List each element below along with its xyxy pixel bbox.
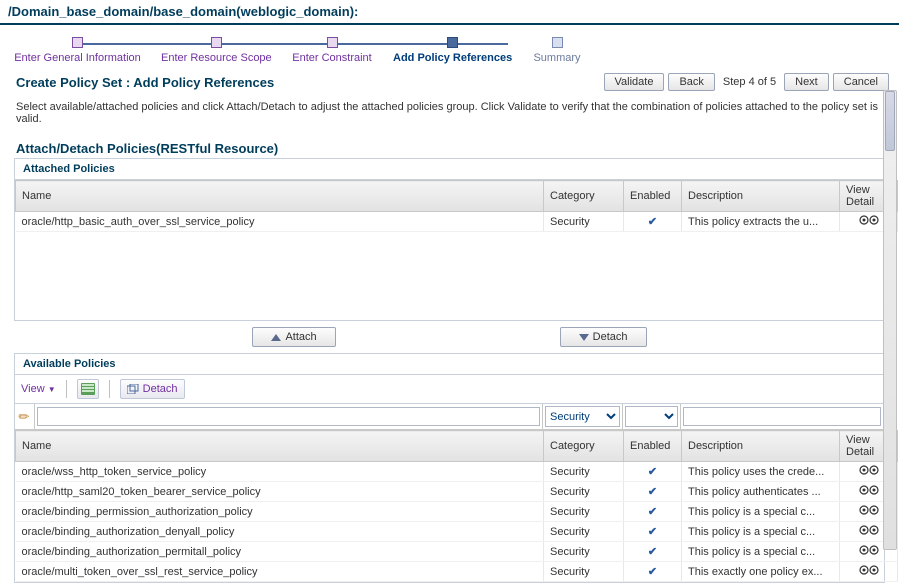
col-header-description[interactable]: Description (682, 181, 840, 212)
cell-enabled: ✔ (624, 462, 682, 482)
detach-button[interactable]: Detach (560, 327, 647, 347)
col-header-category[interactable]: Category (544, 431, 624, 462)
wizard-step-marker (327, 37, 338, 48)
wizard-step-marker (72, 37, 83, 48)
wizard-step[interactable]: Summary (517, 33, 597, 64)
wizard-step-marker (552, 37, 563, 48)
attach-button[interactable]: Attach (252, 327, 335, 347)
col-header-description[interactable]: Description (682, 431, 840, 462)
col-header-category[interactable]: Category (544, 181, 624, 212)
wizard-step-label: Enter Resource Scope (155, 52, 277, 64)
available-policies-header: Available Policies (15, 354, 884, 375)
table-row[interactable]: oracle/wss_http_token_service_policySecu… (16, 462, 898, 482)
category-filter-select[interactable]: Security (545, 406, 620, 427)
cell-description: This policy extracts the u... (682, 212, 840, 232)
available-toolbar: View ▼ Detach (15, 375, 884, 404)
page-description: Select available/attached policies and c… (0, 97, 899, 133)
wizard-step[interactable]: Add Policy References (387, 33, 517, 64)
detach-icon (127, 384, 139, 394)
wizard-step-label: Add Policy References (387, 52, 517, 64)
cell-category: Security (544, 212, 624, 232)
table-row[interactable]: oracle/multi_token_over_ssl_rest_service… (16, 562, 898, 582)
available-policies-panel: Available Policies View ▼ Detach ✎ (14, 353, 885, 583)
table-row[interactable]: oracle/http_saml20_token_bearer_service_… (16, 482, 898, 502)
col-header-enabled[interactable]: Enabled (624, 181, 682, 212)
table-row[interactable]: oracle/binding_permission_authorization_… (16, 502, 898, 522)
view-detail-button[interactable] (840, 562, 898, 582)
attached-policies-header: Attached Policies (15, 159, 884, 180)
wizard-step-label: Enter Constraint (277, 52, 387, 64)
name-filter-input[interactable] (37, 407, 540, 426)
triangle-down-icon (579, 334, 589, 341)
available-policies-table: Name Category Enabled Description View D… (15, 430, 898, 582)
description-filter-input[interactable] (683, 407, 881, 426)
detach-toolbar-label: Detach (143, 383, 178, 395)
cell-description: This policy authenticates ... (682, 482, 840, 502)
cell-name: oracle/wss_http_token_service_policy (16, 462, 544, 482)
cell-category: Security (544, 542, 624, 562)
attached-policies-panel: Attached Policies Name Category Enabled … (14, 158, 885, 321)
col-header-name[interactable]: Name (16, 181, 544, 212)
table-row[interactable]: oracle/http_basic_auth_over_ssl_service_… (16, 212, 898, 232)
page-container: /Domain_base_domain/base_domain(weblogic… (0, 0, 899, 583)
wizard-step-marker (211, 37, 222, 48)
filter-row: ✎ Security (15, 404, 884, 430)
cell-enabled: ✔ (624, 522, 682, 542)
attached-policies-table: Name Category Enabled Description View D… (15, 180, 898, 232)
cell-description: This policy is a special c... (682, 542, 840, 562)
wizard-step[interactable]: Enter Constraint (277, 33, 387, 64)
cell-description: This policy is a special c... (682, 522, 840, 542)
breadcrumb: /Domain_base_domain/base_domain(weblogic… (0, 0, 899, 25)
cell-enabled: ✔ (624, 562, 682, 582)
cell-name: oracle/binding_authorization_permitall_p… (16, 542, 544, 562)
cell-name: oracle/http_saml20_token_bearer_service_… (16, 482, 544, 502)
wizard-step[interactable]: Enter General Information (0, 33, 155, 64)
cell-description: This exactly one policy ex... (682, 562, 840, 582)
grid-view-button[interactable] (77, 379, 99, 399)
table-row[interactable]: oracle/binding_authorization_permitall_p… (16, 542, 898, 562)
wizard-step-marker (447, 37, 458, 48)
scrollbar-thumb[interactable] (885, 91, 895, 151)
detach-toolbar-button[interactable]: Detach (120, 379, 185, 399)
cell-category: Security (544, 482, 624, 502)
cell-enabled: ✔ (624, 502, 682, 522)
cell-category: Security (544, 462, 624, 482)
cell-name: oracle/multi_token_over_ssl_rest_service… (16, 562, 544, 582)
cell-description: This policy is a special c... (682, 502, 840, 522)
cell-enabled: ✔ (624, 482, 682, 502)
col-header-enabled[interactable]: Enabled (624, 431, 682, 462)
section-title: Attach/Detach Policies(RESTful Resource) (0, 133, 899, 158)
cancel-button[interactable]: Cancel (833, 73, 889, 91)
cell-name: oracle/binding_authorization_denyall_pol… (16, 522, 544, 542)
page-title: Create Policy Set : Add Policy Reference… (16, 75, 602, 90)
wizard-step-label: Summary (517, 52, 597, 64)
back-button[interactable]: Back (668, 73, 714, 91)
wizard-step-label: Enter General Information (0, 52, 155, 64)
cell-enabled: ✔ (624, 542, 682, 562)
cell-name: oracle/http_basic_auth_over_ssl_service_… (16, 212, 544, 232)
wizard-progress: Enter General InformationEnter Resource … (0, 33, 899, 73)
next-button[interactable]: Next (784, 73, 829, 91)
enabled-filter-select[interactable] (625, 406, 678, 427)
grid-icon (81, 383, 95, 395)
step-indicator: Step 4 of 5 (723, 76, 776, 88)
cell-category: Security (544, 522, 624, 542)
cell-enabled: ✔ (624, 212, 682, 232)
col-header-name[interactable]: Name (16, 431, 544, 462)
view-menu-button[interactable]: View ▼ (21, 383, 56, 395)
cell-name: oracle/binding_permission_authorization_… (16, 502, 544, 522)
cell-category: Security (544, 562, 624, 582)
wizard-step[interactable]: Enter Resource Scope (155, 33, 277, 64)
cell-description: This policy uses the crede... (682, 462, 840, 482)
validate-button[interactable]: Validate (604, 73, 665, 91)
triangle-up-icon (271, 334, 281, 341)
cell-category: Security (544, 502, 624, 522)
edit-filter-icon[interactable]: ✎ (15, 407, 34, 426)
table-row[interactable]: oracle/binding_authorization_denyall_pol… (16, 522, 898, 542)
vertical-scrollbar[interactable] (883, 90, 897, 550)
